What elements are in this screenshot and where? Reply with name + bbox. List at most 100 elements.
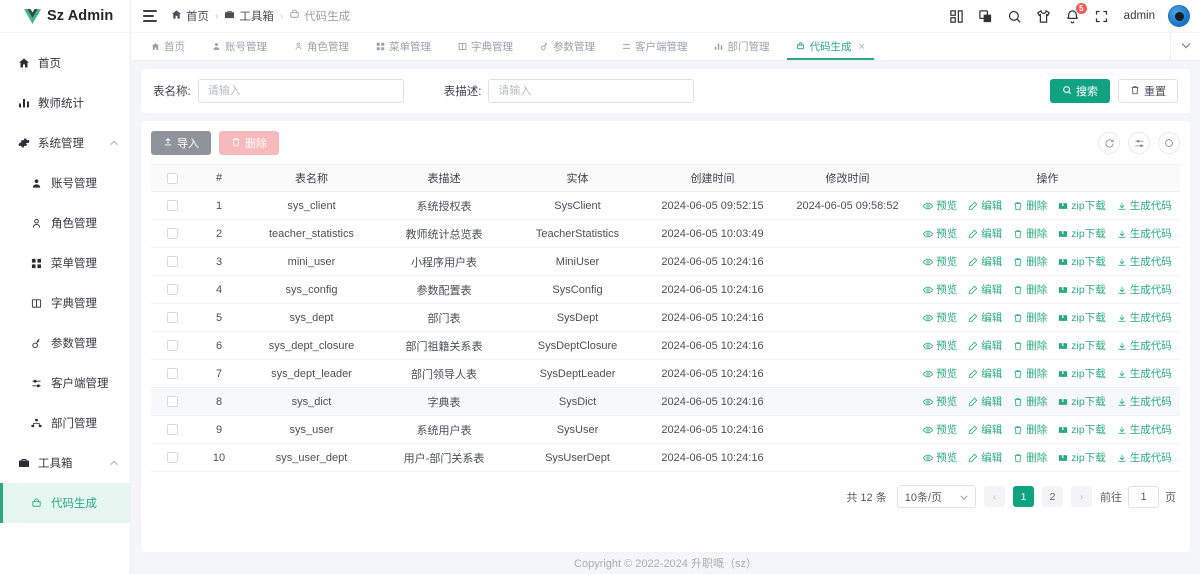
sidebar-item-toolbox[interactable]: 工具箱 [0, 443, 130, 483]
row-checkbox[interactable] [166, 368, 178, 380]
action-zip-download[interactable]: zip下载 [1058, 226, 1106, 241]
row-checkbox[interactable] [166, 340, 178, 352]
action-preview[interactable]: 预览 [923, 282, 957, 297]
action-zip-download[interactable]: zip下载 [1058, 422, 1106, 437]
table-row[interactable]: 10 sys_user_dept 用户-部门关系表 SysUserDept 20… [151, 443, 1180, 472]
action-generate-code[interactable]: 生成代码 [1117, 394, 1172, 409]
tab-role-mgmt[interactable]: 角色管理 [280, 33, 362, 60]
action-generate-code[interactable]: 生成代码 [1117, 338, 1172, 353]
row-checkbox[interactable] [166, 228, 178, 240]
table-row[interactable]: 6 sys_dept_closure 部门祖籍关系表 SysDeptClosur… [151, 331, 1180, 360]
breadcrumb-item-code-gen[interactable]: 代码生成 [289, 8, 350, 24]
brand-logo[interactable]: Sz Admin [0, 0, 130, 33]
column-header-entity[interactable]: 实体 [510, 164, 645, 192]
search-icon[interactable] [1158, 132, 1180, 154]
breadcrumb-item-toolbox[interactable]: 工具箱 [224, 8, 274, 24]
close-icon[interactable]: × [859, 41, 865, 53]
tab-dropdown-button[interactable] [1170, 33, 1200, 60]
action-delete[interactable]: 删除 [1013, 310, 1047, 325]
tab-dict-mgmt[interactable]: 字典管理 [444, 33, 526, 60]
sidebar-item-code-gen[interactable]: 代码生成 [0, 483, 130, 523]
action-delete[interactable]: 删除 [1013, 254, 1047, 269]
row-checkbox[interactable] [166, 256, 178, 268]
tab-account-mgmt[interactable]: 账号管理 [198, 33, 280, 60]
sidebar-item-client-mgmt[interactable]: 客户端管理 [0, 363, 130, 403]
tab-param-mgmt[interactable]: 参数管理 [526, 33, 608, 60]
action-zip-download[interactable]: zip下载 [1058, 282, 1106, 297]
table-row[interactable]: 4 sys_config 参数配置表 SysConfig 2024-06-05 … [151, 275, 1180, 304]
column-header-desc[interactable]: 表描述 [378, 164, 510, 192]
column-header-index[interactable]: # [193, 164, 245, 192]
next-page-button[interactable]: › [1071, 486, 1092, 507]
username-label[interactable]: admin [1124, 10, 1155, 22]
page-jump-input[interactable] [1128, 485, 1159, 508]
action-preview[interactable]: 预览 [923, 394, 957, 409]
action-edit[interactable]: 编辑 [968, 366, 1002, 381]
sidebar-item-role-mgmt[interactable]: 角色管理 [0, 203, 130, 243]
action-edit[interactable]: 编辑 [968, 394, 1002, 409]
action-preview[interactable]: 预览 [923, 338, 957, 353]
page-button-2[interactable]: 2 [1042, 486, 1063, 507]
sidebar-item-home[interactable]: 首页 [0, 43, 130, 83]
table-row[interactable]: 5 sys_dept 部门表 SysDept 2024-06-05 10:24:… [151, 303, 1180, 332]
action-delete[interactable]: 删除 [1013, 394, 1047, 409]
tab-home[interactable]: 首页 [137, 33, 198, 60]
theme-icon[interactable] [978, 8, 994, 24]
action-zip-download[interactable]: zip下载 [1058, 366, 1106, 381]
breadcrumb-item-home[interactable]: 首页 [171, 8, 209, 24]
delete-button[interactable]: 删除 [219, 131, 279, 155]
action-zip-download[interactable]: zip下载 [1058, 310, 1106, 325]
select-all-checkbox[interactable] [166, 172, 178, 184]
action-edit[interactable]: 编辑 [968, 226, 1002, 241]
action-generate-code[interactable]: 生成代码 [1117, 310, 1172, 325]
fullscreen-icon[interactable] [1094, 8, 1110, 24]
sidebar-toggle-icon[interactable] [143, 10, 157, 22]
action-edit[interactable]: 编辑 [968, 422, 1002, 437]
column-settings-icon[interactable] [1128, 132, 1150, 154]
reset-button[interactable]: 重置 [1118, 79, 1178, 103]
action-edit[interactable]: 编辑 [968, 338, 1002, 353]
tab-menu-mgmt[interactable]: 菜单管理 [362, 33, 444, 60]
table-desc-input[interactable] [488, 79, 695, 103]
table-row[interactable]: 3 mini_user 小程序用户表 MiniUser 2024-06-05 1… [151, 247, 1180, 276]
prev-page-button[interactable]: ‹ [984, 486, 1005, 507]
sidebar-item-dept-mgmt[interactable]: 部门管理 [0, 403, 130, 443]
sidebar-item-menu-mgmt[interactable]: 菜单管理 [0, 243, 130, 283]
action-zip-download[interactable]: zip下载 [1058, 254, 1106, 269]
tab-dept-mgmt[interactable]: 部门管理 [701, 33, 783, 60]
row-checkbox[interactable] [166, 312, 178, 324]
action-preview[interactable]: 预览 [923, 366, 957, 381]
action-generate-code[interactable]: 生成代码 [1117, 254, 1172, 269]
action-generate-code[interactable]: 生成代码 [1117, 422, 1172, 437]
row-checkbox[interactable] [166, 396, 178, 408]
action-generate-code[interactable]: 生成代码 [1117, 198, 1172, 213]
tab-client-mgmt[interactable]: 客户端管理 [608, 33, 701, 60]
row-checkbox[interactable] [166, 452, 178, 464]
action-generate-code[interactable]: 生成代码 [1117, 226, 1172, 241]
column-header-name[interactable]: 表名称 [245, 164, 378, 192]
layout-icon[interactable] [949, 8, 965, 24]
action-delete[interactable]: 删除 [1013, 226, 1047, 241]
table-row[interactable]: 8 sys_dict 字典表 SysDict 2024-06-05 10:24:… [151, 387, 1180, 416]
action-preview[interactable]: 预览 [923, 198, 957, 213]
action-generate-code[interactable]: 生成代码 [1117, 450, 1172, 465]
action-generate-code[interactable]: 生成代码 [1117, 366, 1172, 381]
action-delete[interactable]: 删除 [1013, 282, 1047, 297]
sidebar-item-teacher-stats[interactable]: 教师统计 [0, 83, 130, 123]
action-preview[interactable]: 预览 [923, 310, 957, 325]
action-zip-download[interactable]: zip下载 [1058, 338, 1106, 353]
action-delete[interactable]: 删除 [1013, 366, 1047, 381]
action-preview[interactable]: 预览 [923, 226, 957, 241]
sidebar-item-dict-mgmt[interactable]: 字典管理 [0, 283, 130, 323]
page-button-1[interactable]: 1 [1013, 486, 1034, 507]
refresh-icon[interactable] [1098, 132, 1120, 154]
table-row[interactable]: 1 sys_client 系统授权表 SysClient 2024-06-05 … [151, 191, 1180, 220]
page-size-select[interactable]: 10条/页 [896, 485, 976, 508]
action-delete[interactable]: 删除 [1013, 422, 1047, 437]
bell-icon[interactable]: 5 [1065, 3, 1087, 24]
tab-code-gen[interactable]: 代码生成 × [782, 33, 878, 60]
column-header-modified[interactable]: 修改时间 [780, 164, 915, 192]
action-edit[interactable]: 编辑 [968, 310, 1002, 325]
action-edit[interactable]: 编辑 [968, 282, 1002, 297]
sidebar-item-account-mgmt[interactable]: 账号管理 [0, 163, 130, 203]
